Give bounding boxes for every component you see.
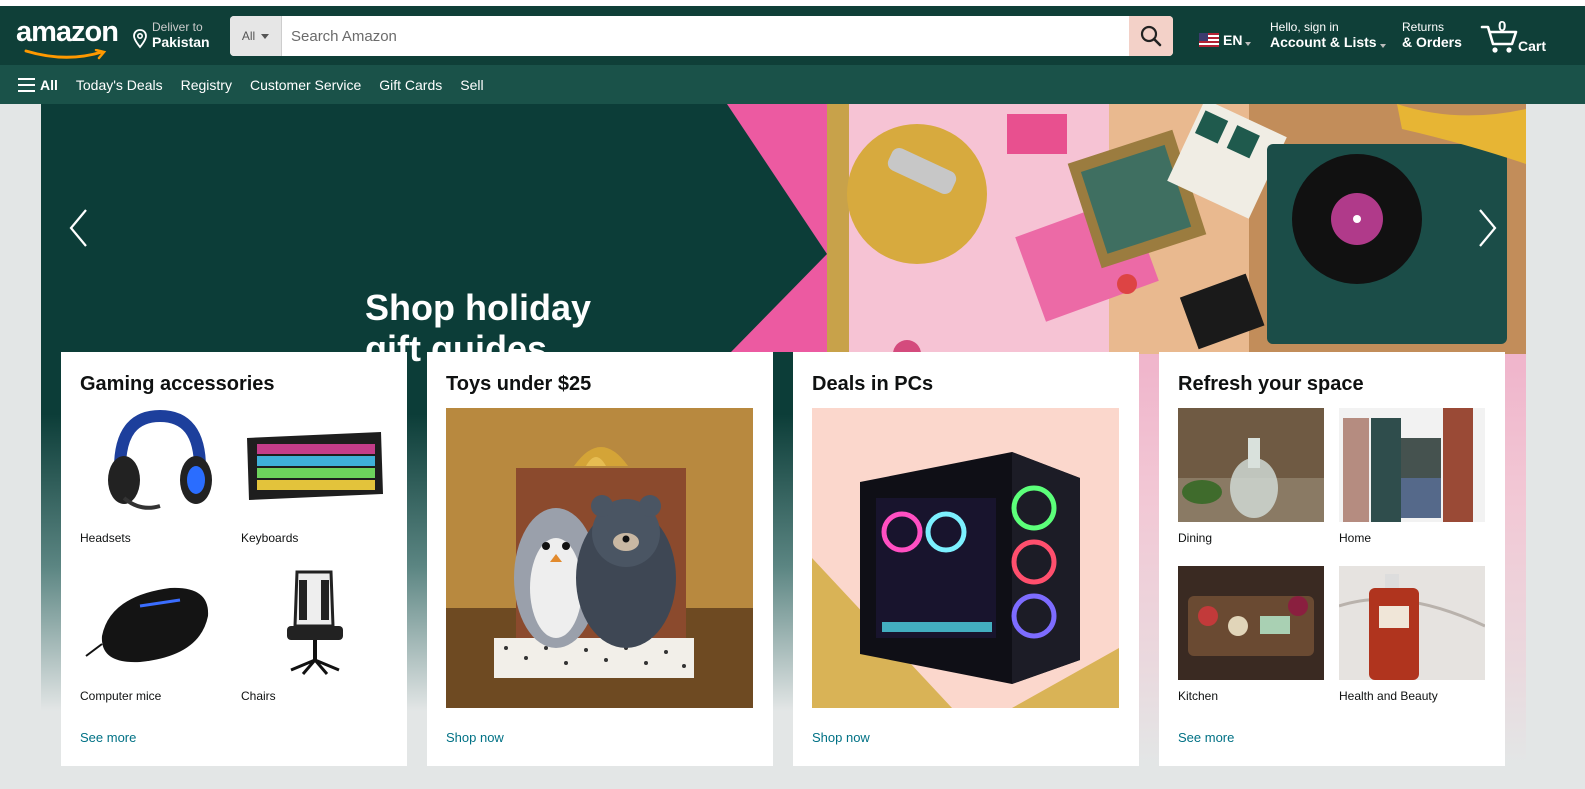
quad-item-label: Kitchen [1178,689,1219,703]
main-nav-bar: amazon Deliver to Pakistan All Search Am… [0,6,1585,65]
chevron-left-icon [69,209,87,247]
subnav-item-registry[interactable]: Registry [181,77,232,93]
logo-text: amazon [16,16,119,48]
search-input[interactable] [282,16,1129,56]
quad-item-label: Computer mice [80,689,162,703]
quad-item-keyboards[interactable]: Keyboards [241,408,387,545]
home-towels-image [1339,408,1485,522]
quad-item-label: Dining [1178,531,1213,545]
computer-mouse-image [80,566,226,680]
caret-down-icon [1379,43,1386,48]
orders-label: & Orders [1402,34,1462,50]
quad-item-label: Keyboards [241,531,299,545]
see-more-link[interactable]: See more [80,730,136,745]
quad-item-home[interactable]: Home [1339,408,1485,545]
card-title: Deals in PCs [812,373,934,395]
quad-item-label: Home [1339,531,1372,545]
hero-headline-line1: Shop holiday [365,287,592,328]
cart-count: 0 [1498,18,1507,35]
quad-item-headsets[interactable]: Headsets [80,408,226,545]
sub-nav-bar: All Today's Deals Registry Customer Serv… [0,65,1585,104]
subnav-item-customer-service[interactable]: Customer Service [250,77,361,93]
see-more-link[interactable]: See more [1178,730,1234,745]
card-title: Gaming accessories [80,373,275,395]
all-menu-label: All [40,76,58,93]
subnav-item-sell[interactable]: Sell [460,77,483,93]
card-deals-in-pcs: Deals in PCs Shop now [793,352,1139,766]
caret-down-icon [1245,41,1252,46]
quad-item-label: Headsets [80,531,131,545]
subnav-item-gift-cards[interactable]: Gift Cards [379,77,442,93]
language-selector[interactable]: EN [1199,32,1252,48]
hamburger-menu-icon [18,77,35,92]
amazon-logo[interactable]: amazon [16,16,119,60]
dining-carafe-image [1178,408,1324,522]
quad-item-label: Health and Beauty [1339,689,1438,703]
search-icon [1140,25,1162,47]
logo-smile-icon [24,49,107,60]
us-flag-icon [1199,33,1219,47]
chevron-down-icon [261,33,270,39]
all-menu-button[interactable]: All [18,77,58,93]
quad-item-health-and-beauty[interactable]: Health and Beauty [1338,566,1486,703]
account-lists-menu[interactable]: Hello, sign in Account & Lists [1270,20,1386,50]
cart-label: Cart [1518,38,1547,54]
beauty-bottle-image [1338,566,1486,680]
keyboard-image [241,408,387,522]
shop-now-link[interactable]: Shop now [446,730,504,745]
headset-image [80,408,226,522]
card-refresh-your-space: Refresh your space Dining Home Kitchen H… [1159,352,1505,766]
card-toys-under-25: Toys under $25 Shop now [427,352,773,766]
quad-item-dining[interactable]: Dining [1178,408,1324,545]
card-title: Toys under $25 [446,373,592,395]
card-title: Refresh your space [1178,373,1364,395]
search-category-label: All [241,29,256,43]
chevron-right-icon [1479,209,1497,247]
quad-item-kitchen[interactable]: Kitchen [1178,566,1324,703]
quad-item-chairs[interactable]: Chairs [241,566,387,703]
returns-orders-link[interactable]: Returns & Orders [1402,20,1462,50]
quad-item-computer-mice[interactable]: Computer mice [80,566,226,703]
subnav-item-todays-deals[interactable]: Today's Deals [76,77,163,93]
deliver-country: Pakistan [152,34,210,50]
cart-button[interactable]: 0 Cart [1480,18,1550,56]
gaming-chair-image [241,566,387,680]
carousel-prev-button[interactable] [66,206,92,250]
kitchen-board-image [1178,566,1324,680]
search-button[interactable] [1129,16,1173,56]
quad-item-label: Chairs [241,689,276,703]
gaming-pc-image[interactable] [812,408,1119,708]
search-category-select[interactable]: All [230,16,282,56]
account-lists-label: Account & Lists [1270,34,1377,50]
plush-toys-gift-box-image[interactable] [446,408,753,708]
account-greeting: Hello, sign in [1270,20,1339,34]
card-gaming-accessories: Gaming accessories Headsets Keyboards Co… [61,352,407,766]
deliver-to[interactable]: Deliver to Pakistan [132,20,210,50]
returns-label: Returns [1402,20,1445,34]
search-bar: All [230,16,1173,56]
shop-now-link[interactable]: Shop now [812,730,870,745]
deliver-label: Deliver to [152,20,203,34]
language-label: EN [1223,32,1243,48]
location-pin-icon [133,29,147,49]
carousel-next-button[interactable] [1474,206,1500,250]
